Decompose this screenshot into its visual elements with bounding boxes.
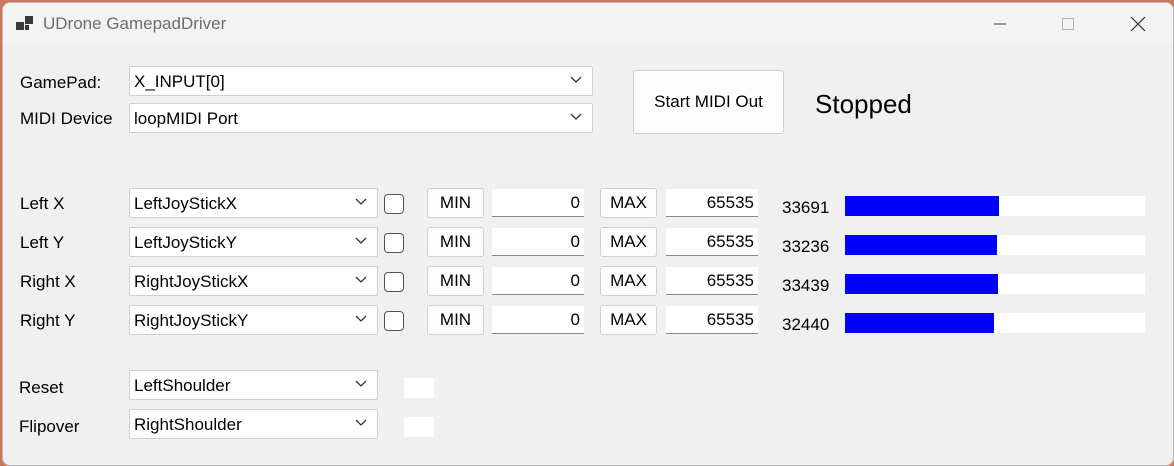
axis-source-select-right-x[interactable]: RightJoyStickX	[129, 266, 378, 296]
axis-level-bar-right-x	[845, 274, 1145, 294]
chevron-down-icon	[355, 198, 367, 205]
midi-device-select[interactable]: loopMIDI Port	[129, 103, 593, 133]
chevron-down-icon	[570, 76, 582, 83]
reset-state-indicator	[404, 378, 434, 398]
axis-source-value: RightJoyStickY	[134, 311, 249, 330]
axis-min-button-right-y[interactable]: MIN	[427, 305, 484, 335]
axis-value-readout-left-x: 33691	[782, 198, 830, 217]
axis-level-fill	[845, 274, 998, 294]
axis-min-button-right-x[interactable]: MIN	[427, 266, 484, 296]
axis-source-value: LeftJoyStickY	[134, 233, 237, 252]
axis-source-select-left-x[interactable]: LeftJoyStickX	[129, 188, 378, 218]
close-icon	[1130, 16, 1146, 32]
gamepad-select-value: X_INPUT[0]	[134, 72, 225, 91]
maximize-icon	[1062, 18, 1074, 30]
chevron-down-icon	[355, 315, 367, 322]
axis-level-fill	[845, 235, 998, 255]
axis-max-field-right-x[interactable]: 65535	[666, 267, 758, 295]
axis-level-bar-left-x	[845, 196, 1145, 216]
axis-level-fill	[845, 313, 994, 333]
axis-max-button-left-y[interactable]: MAX	[600, 227, 657, 257]
axis-min-field-right-y[interactable]: 0	[492, 306, 584, 334]
app-icon	[16, 16, 33, 30]
midi-device-label: MIDI Device	[20, 109, 113, 128]
chevron-down-icon	[570, 113, 582, 120]
flipover-source-value: RightShoulder	[134, 415, 242, 434]
chevron-down-icon	[355, 419, 367, 426]
reset-source-select[interactable]: LeftShoulder	[129, 370, 378, 400]
axis-max-button-right-y[interactable]: MAX	[600, 305, 657, 335]
reset-label: Reset	[19, 378, 64, 397]
axis-min-button-left-y[interactable]: MIN	[427, 227, 484, 257]
axis-max-field-right-y[interactable]: 65535	[666, 306, 758, 334]
axis-label-left-y: Left Y	[20, 233, 65, 252]
axis-source-select-right-y[interactable]: RightJoyStickY	[129, 305, 378, 335]
flipover-label: Flipover	[19, 417, 80, 436]
axis-invert-checkbox-left-y[interactable]	[384, 233, 404, 253]
axis-min-field-left-x[interactable]: 0	[492, 189, 584, 217]
close-button[interactable]	[1115, 3, 1161, 45]
axis-min-field-right-x[interactable]: 0	[492, 267, 584, 295]
window-title: UDrone GamepadDriver	[43, 14, 227, 33]
chevron-down-icon	[355, 237, 367, 244]
axis-min-button-left-x[interactable]: MIN	[427, 188, 484, 218]
midi-device-select-value: loopMIDI Port	[134, 109, 238, 128]
axis-label-left-x: Left X	[20, 194, 65, 213]
axis-source-value: RightJoyStickX	[134, 272, 249, 291]
axis-label-right-y: Right Y	[20, 311, 76, 330]
axis-invert-checkbox-right-y[interactable]	[384, 311, 404, 331]
axis-invert-checkbox-right-x[interactable]	[384, 272, 404, 292]
reset-source-value: LeftShoulder	[134, 376, 231, 395]
minimize-icon	[994, 23, 1006, 25]
axis-label-right-x: Right X	[20, 272, 76, 291]
axis-max-field-left-y[interactable]: 65535	[666, 228, 758, 256]
axis-value-readout-right-x: 33439	[782, 276, 830, 295]
axis-source-value: LeftJoyStickX	[134, 194, 237, 213]
chevron-down-icon	[355, 276, 367, 283]
chevron-down-icon	[355, 380, 367, 387]
status-text: Stopped	[815, 89, 912, 119]
axis-max-field-left-x[interactable]: 65535	[666, 189, 758, 217]
axis-source-select-left-y[interactable]: LeftJoyStickY	[129, 227, 378, 257]
axis-level-bar-right-y	[845, 313, 1145, 333]
axis-min-field-left-y[interactable]: 0	[492, 228, 584, 256]
axis-level-fill	[845, 196, 1000, 216]
minimize-button[interactable]	[977, 3, 1023, 45]
maximize-button[interactable]	[1045, 3, 1091, 45]
gamepad-select[interactable]: X_INPUT[0]	[129, 66, 593, 96]
axis-max-button-left-x[interactable]: MAX	[600, 188, 657, 218]
flipover-source-select[interactable]: RightShoulder	[129, 409, 378, 439]
gamepad-label: GamePad:	[20, 73, 102, 92]
axis-value-readout-left-y: 33236	[782, 237, 830, 256]
axis-invert-checkbox-left-x[interactable]	[384, 194, 404, 214]
axis-max-button-right-x[interactable]: MAX	[600, 266, 657, 296]
axis-value-readout-right-y: 32440	[782, 315, 830, 334]
start-midi-out-button[interactable]: Start MIDI Out	[633, 70, 784, 134]
flipover-state-indicator	[404, 417, 434, 437]
axis-level-bar-left-y	[845, 235, 1145, 255]
title-bar[interactable]: UDrone GamepadDriver	[3, 3, 1173, 45]
app-window: UDrone GamepadDriver GamePad: X_INPUT[0]…	[2, 2, 1174, 466]
